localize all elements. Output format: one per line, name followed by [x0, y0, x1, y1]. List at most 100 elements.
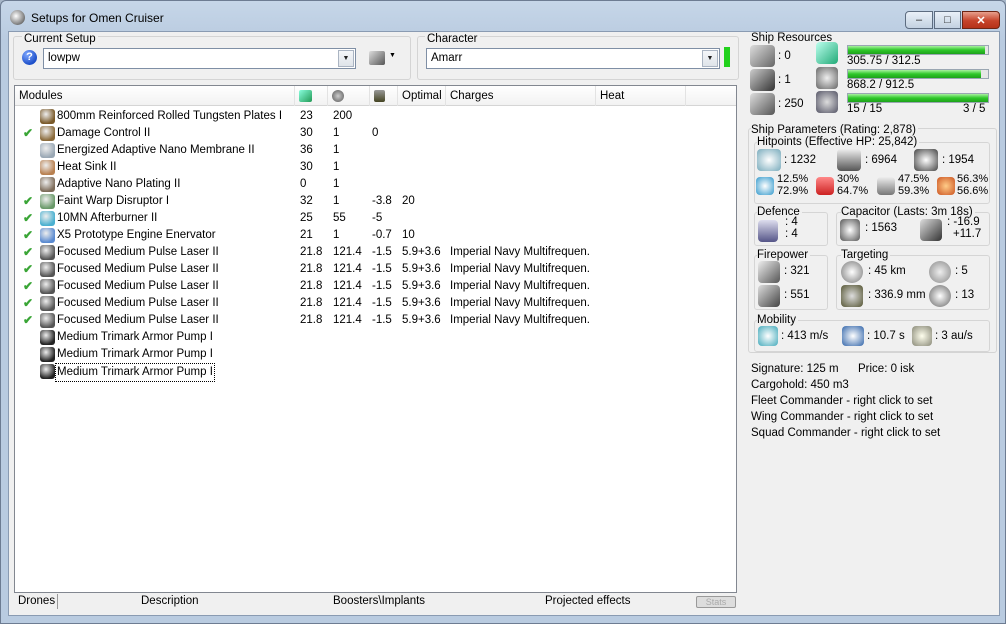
chevron-down-icon[interactable]: ▼ [338, 50, 354, 67]
dropdown-arrow-icon: ▼ [389, 52, 396, 59]
module-icon [40, 296, 55, 311]
module-pg: 1 [333, 229, 340, 241]
signature-radius: Signature: 125 m [751, 363, 839, 375]
cpu-icon [816, 42, 838, 64]
module-row[interactable]: Medium Trimark Armor Pump I [15, 363, 736, 382]
volley-damage: : 551 [784, 289, 810, 301]
fleet-commander[interactable]: Fleet Commander - right click to set [751, 395, 933, 407]
module-optimal: 10 [402, 229, 415, 241]
module-row[interactable]: Medium Trimark Armor Pump I [15, 329, 736, 346]
module-row[interactable]: Energized Adaptive Nano Membrane II 36 1 [15, 142, 736, 159]
module-cpu: 30 [300, 127, 313, 139]
setup-select-value: lowpw [48, 52, 80, 64]
title-bar[interactable]: Setups for Omen Cruiser ‒ □ ✕ [1, 1, 1005, 31]
module-row[interactable]: ✔ Focused Medium Pulse Laser II 21.8 121.4-… [15, 295, 736, 312]
client-area: Current Setup ? lowpw ▼ ▼ Character Amar… [8, 31, 1000, 616]
module-cpu: 0 [300, 178, 307, 190]
col-charges[interactable]: Charges [446, 86, 596, 106]
launcher-slots: : 1 [778, 74, 791, 86]
module-pg: 121.4 [333, 314, 362, 326]
module-cpu: 21.8 [300, 263, 323, 275]
cpu-icon [299, 90, 312, 102]
maximize-icon: □ [944, 14, 951, 26]
module-name: X5 Prototype Engine Enervator [57, 229, 216, 241]
character-select-value: Amarr [431, 52, 463, 64]
module-row[interactable]: Heat Sink II 30 1 [15, 159, 736, 176]
module-charges: Imperial Navy Multifrequen... [450, 297, 590, 309]
module-row[interactable]: ✔ X5 Prototype Engine Enervator 21 1 -0.7 10 [15, 227, 736, 244]
module-row[interactable]: ✔ Focused Medium Pulse Laser II 21.8 121.4-… [15, 312, 736, 329]
maximize-button[interactable]: □ [934, 11, 961, 29]
active-check-icon: ✔ [23, 296, 34, 310]
targeting-range: : 45 km [868, 265, 906, 277]
active-check-icon: ✔ [23, 194, 34, 208]
setup-select[interactable]: lowpw ▼ [43, 48, 356, 69]
turret-dps-icon [758, 261, 780, 283]
defence-b: : 4 [785, 228, 798, 240]
character-select[interactable]: Amarr ▼ [426, 48, 720, 69]
module-cap: -1.5 [372, 297, 392, 309]
module-row[interactable]: ✔ Focused Medium Pulse Laser II 21.8 121.4-… [15, 278, 736, 295]
powergrid-icon [816, 67, 838, 89]
module-pg: 1 [333, 144, 340, 156]
help-icon[interactable]: ? [22, 50, 37, 65]
modules-header: Modules Optimal Charges Heat [15, 86, 736, 106]
module-pg: 121.4 [333, 280, 362, 292]
module-row[interactable]: 800mm Reinforced Rolled Tungsten Plates … [15, 108, 736, 125]
module-row[interactable]: ✔ Damage Control II 30 1 0 [15, 125, 736, 142]
tab-description[interactable]: Description [141, 594, 199, 609]
calibration-value: 15 / 15 [847, 103, 883, 115]
wing-commander[interactable]: Wing Commander - right click to set [751, 411, 933, 423]
drone-bay: : 250 [778, 98, 804, 110]
tab-boosters[interactable]: Boosters\Implants [333, 594, 425, 609]
close-button[interactable]: ✕ [962, 11, 1000, 29]
kinetic-resist-icon [877, 177, 895, 195]
setup-tools-button[interactable]: ▼ [367, 50, 399, 68]
col-powergrid[interactable] [328, 86, 370, 106]
module-cap: -0.7 [372, 229, 392, 241]
module-pg: 121.4 [333, 297, 362, 309]
ship-price: Price: 0 isk [858, 363, 915, 375]
module-name: Medium Trimark Armor Pump I [57, 348, 213, 360]
hitpoints-title: Hitpoints (Effective HP: 25,842) [757, 136, 920, 148]
module-name: Medium Trimark Armor Pump I [57, 331, 213, 343]
chevron-down-icon[interactable]: ▼ [702, 50, 718, 67]
speed-icon [758, 326, 778, 346]
col-cpu[interactable] [295, 86, 328, 106]
character-status-indicator [724, 47, 730, 67]
rig-slots: 3 / 5 [963, 103, 986, 115]
stats-button[interactable]: Stats [696, 596, 736, 608]
module-cpu: 23 [300, 110, 313, 122]
col-modules[interactable]: Modules [15, 86, 295, 106]
module-row[interactable]: Medium Trimark Armor Pump I [15, 346, 736, 363]
active-check-icon: ✔ [23, 228, 34, 242]
powergrid-bar [847, 69, 989, 79]
col-capacitor[interactable] [370, 86, 398, 106]
module-row[interactable]: ✔ Focused Medium Pulse Laser II 21.8 121.4-… [15, 244, 736, 261]
kinetic-resist-shield: 47.5% [898, 173, 930, 185]
scan-resolution-icon [841, 285, 863, 307]
module-cap: -1.5 [372, 263, 392, 275]
defence-a: : 4 [785, 216, 798, 228]
col-heat[interactable]: Heat [596, 86, 686, 106]
tab-drones[interactable]: Drones [14, 594, 58, 609]
minimize-button[interactable]: ‒ [905, 11, 933, 29]
tab-projected-effects[interactable]: Projected effects [545, 594, 630, 609]
col-optimal[interactable]: Optimal [398, 86, 446, 106]
max-targets-icon [929, 261, 951, 283]
thermal-resist-armor: 64.7% [837, 185, 869, 197]
module-cpu: 36 [300, 144, 313, 156]
active-check-icon: ✔ [23, 262, 34, 276]
turret-slots: : 0 [778, 50, 791, 62]
squad-commander[interactable]: Squad Commander - right click to set [751, 427, 940, 439]
module-row[interactable]: ✔ Focused Medium Pulse Laser II 21.8 121.4-… [15, 261, 736, 278]
module-row[interactable]: ✔ 10MN Afterburner II 25 55 -5 [15, 210, 736, 227]
module-charges: Imperial Navy Multifrequen... [450, 263, 590, 275]
module-pg: 1 [333, 127, 340, 139]
module-charges: Imperial Navy Multifrequen... [450, 246, 590, 258]
active-check-icon: ✔ [23, 211, 34, 225]
module-row[interactable]: Adaptive Nano Plating II 0 1 [15, 176, 736, 193]
module-row[interactable]: ✔ Faint Warp Disruptor I 32 1 -3.8 20 [15, 193, 736, 210]
modules-list[interactable]: Modules Optimal Charges Heat 800mm Reinf… [14, 85, 737, 593]
sensor-strength: : 13 [955, 289, 975, 301]
